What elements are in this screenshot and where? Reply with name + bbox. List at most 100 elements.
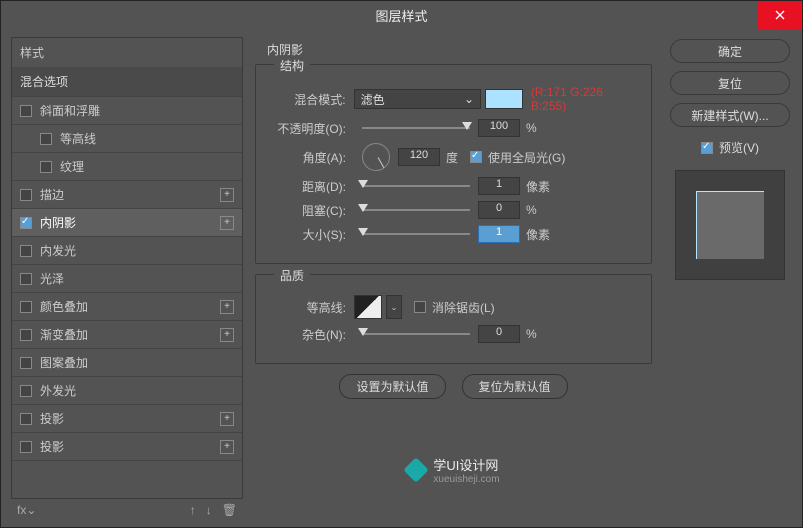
blend-mode-label: 混合模式: xyxy=(266,91,354,108)
blend-mode-select[interactable]: 滤色 ⌄ xyxy=(354,89,481,109)
action-panel: 确定 复位 新建样式(W)... 预览(V) xyxy=(658,29,802,527)
reset-button[interactable]: 复位 xyxy=(670,71,790,95)
style-item-label: 图案叠加 xyxy=(40,354,88,371)
style-item-12[interactable]: 投影 + xyxy=(12,433,242,461)
style-item-label: 光泽 xyxy=(40,270,64,287)
rgb-annotation: (R:171 G:226 B:255) xyxy=(531,85,641,113)
add-instance-icon[interactable]: + xyxy=(220,412,234,426)
global-light-label: 使用全局光(G) xyxy=(488,149,565,166)
contour-label: 等高线: xyxy=(266,299,354,316)
chevron-down-icon: ⌄ xyxy=(464,92,474,106)
style-item-7[interactable]: 颜色叠加 + xyxy=(12,293,242,321)
style-item-label: 投影 xyxy=(40,438,64,455)
trash-icon[interactable]: 🗑 xyxy=(222,503,237,517)
angle-input[interactable]: 120 xyxy=(398,148,440,166)
reset-default-button[interactable]: 复位为默认值 xyxy=(462,374,568,399)
style-checkbox[interactable] xyxy=(40,133,52,145)
style-checkbox[interactable] xyxy=(20,357,32,369)
style-checkbox[interactable] xyxy=(20,189,32,201)
style-item-4[interactable]: 内阴影 + xyxy=(12,209,242,237)
style-tools: fx⌄ ↑ ↓ 🗑 xyxy=(11,499,243,521)
style-checkbox[interactable] xyxy=(20,413,32,425)
arrow-up-icon[interactable]: ↑ xyxy=(190,503,196,517)
style-item-11[interactable]: 投影 + xyxy=(12,405,242,433)
style-checkbox[interactable] xyxy=(20,329,32,341)
noise-slider[interactable] xyxy=(362,333,470,335)
watermark: 学UI设计网 xueuisheji.com xyxy=(255,455,652,485)
style-checkbox[interactable] xyxy=(40,161,52,173)
structure-group: 结构 混合模式: 滤色 ⌄ (R:171 G:226 B:255) 不透明度(O… xyxy=(255,64,652,264)
opacity-slider[interactable] xyxy=(362,127,470,129)
choke-slider[interactable] xyxy=(362,209,470,211)
style-item-label: 内发光 xyxy=(40,242,76,259)
add-instance-icon[interactable]: + xyxy=(220,188,234,202)
distance-input[interactable]: 1 xyxy=(478,177,520,195)
style-item-label: 投影 xyxy=(40,410,64,427)
structure-legend: 结构 xyxy=(274,57,310,74)
angle-label: 角度(A): xyxy=(266,149,354,166)
style-checkbox[interactable] xyxy=(20,105,32,117)
contour-picker[interactable] xyxy=(354,295,382,319)
noise-input[interactable]: 0 xyxy=(478,325,520,343)
style-checkbox[interactable] xyxy=(20,385,32,397)
choke-input[interactable]: 0 xyxy=(478,201,520,219)
preview-box xyxy=(675,170,785,280)
style-item-8[interactable]: 渐变叠加+ xyxy=(12,321,242,349)
color-swatch[interactable] xyxy=(485,89,523,109)
noise-label: 杂色(N): xyxy=(266,326,354,343)
make-default-button[interactable]: 设置为默认值 xyxy=(339,374,445,399)
add-instance-icon[interactable]: + xyxy=(220,328,234,342)
style-item-6[interactable]: 光泽 xyxy=(12,265,242,293)
size-slider[interactable] xyxy=(362,233,470,235)
styles-panel: 样式 混合选项 斜面和浮雕等高线纹理描边+内阴影+内发光光泽颜色叠加+渐变叠加+… xyxy=(1,29,249,527)
settings-panel: 内阴影 结构 混合模式: 滤色 ⌄ (R:171 G:226 B:255) 不透… xyxy=(249,29,658,527)
close-icon xyxy=(775,10,785,20)
add-instance-icon[interactable]: + xyxy=(220,216,234,230)
distance-slider[interactable] xyxy=(362,185,470,187)
style-item-5[interactable]: 内发光 xyxy=(12,237,242,265)
logo-icon xyxy=(404,457,429,482)
close-button[interactable] xyxy=(758,1,802,29)
style-item-label: 颜色叠加 xyxy=(40,298,88,315)
style-item-10[interactable]: 外发光 xyxy=(12,377,242,405)
contour-dropdown[interactable]: ⌄ xyxy=(386,295,402,319)
fx-menu-icon[interactable]: fx⌄ xyxy=(17,503,36,517)
preview-toggle[interactable]: 预览(V) xyxy=(701,139,759,156)
style-item-label: 纹理 xyxy=(60,158,84,175)
distance-label: 距离(D): xyxy=(266,178,354,195)
choke-label: 阻塞(C): xyxy=(266,202,354,219)
opacity-label: 不透明度(O): xyxy=(266,120,354,137)
add-instance-icon[interactable]: + xyxy=(220,300,234,314)
title-bar: 图层样式 xyxy=(1,1,802,29)
style-item-9[interactable]: 图案叠加 xyxy=(12,349,242,377)
size-input[interactable]: 1 xyxy=(478,225,520,243)
global-light-checkbox[interactable] xyxy=(470,151,482,163)
opacity-input[interactable]: 100 xyxy=(478,119,520,137)
antialias-checkbox[interactable] xyxy=(414,301,426,313)
quality-legend: 品质 xyxy=(274,267,310,284)
style-checkbox[interactable] xyxy=(20,441,32,453)
arrow-down-icon[interactable]: ↓ xyxy=(206,503,212,517)
window-title: 图层样式 xyxy=(375,6,427,25)
style-item-1[interactable]: 等高线 xyxy=(12,125,242,153)
section-title: 内阴影 xyxy=(267,41,652,58)
style-item-label: 描边 xyxy=(40,186,64,203)
style-checkbox[interactable] xyxy=(20,217,32,229)
add-instance-icon[interactable]: + xyxy=(220,440,234,454)
ok-button[interactable]: 确定 xyxy=(670,39,790,63)
angle-dial[interactable] xyxy=(362,143,390,171)
style-item-label: 内阴影 xyxy=(40,214,76,231)
style-item-0[interactable]: 斜面和浮雕 xyxy=(12,97,242,125)
preview-inner xyxy=(696,191,764,259)
styles-header: 样式 xyxy=(12,38,242,67)
style-item-3[interactable]: 描边 + xyxy=(12,181,242,209)
style-checkbox[interactable] xyxy=(20,245,32,257)
blend-options[interactable]: 混合选项 xyxy=(12,67,242,97)
style-item-label: 等高线 xyxy=(60,130,96,147)
style-checkbox[interactable] xyxy=(20,301,32,313)
style-item-2[interactable]: 纹理 xyxy=(12,153,242,181)
style-checkbox[interactable] xyxy=(20,273,32,285)
preview-checkbox[interactable] xyxy=(701,142,713,154)
new-style-button[interactable]: 新建样式(W)... xyxy=(670,103,790,127)
style-item-label: 斜面和浮雕 xyxy=(40,102,100,119)
